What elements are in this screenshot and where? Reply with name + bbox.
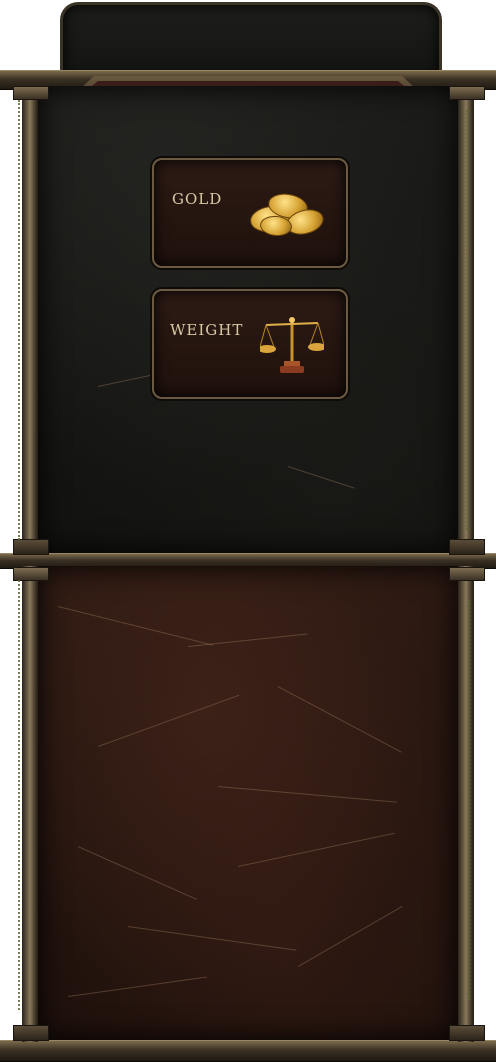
balance-scale-icon: [260, 317, 324, 373]
panel-texture-crack: [277, 686, 402, 753]
left-pillar-capital: [13, 86, 49, 100]
gold-stat-card[interactable]: GOLD: [152, 158, 348, 268]
panel-texture-crack: [287, 466, 355, 489]
panel-texture-crack: [298, 906, 403, 967]
right-pillar-capital: [449, 567, 485, 581]
panel-texture-crack: [217, 786, 398, 803]
right-pillar-base: [449, 539, 485, 555]
left-pillar-base: [13, 1025, 49, 1041]
inventory-items-panel: [38, 566, 458, 1040]
panel-texture-crack: [98, 694, 240, 747]
panel-texture-crack: [127, 926, 297, 951]
panel-texture-crack: [57, 606, 214, 646]
panel-texture-crack: [238, 832, 395, 867]
left-pillar-base: [13, 539, 49, 555]
ivy-vine-decoration: [466, 110, 474, 530]
bottom-cornice: [0, 1040, 496, 1062]
gold-label: GOLD: [172, 190, 223, 208]
panel-texture-crack: [77, 846, 197, 900]
left-pillar-capital: [13, 567, 49, 581]
right-pillar-capital: [449, 86, 485, 100]
weight-label: WEIGHT: [170, 321, 244, 339]
ivy-vine-decoration: [18, 580, 26, 1010]
gold-coins-icon: [248, 190, 328, 242]
panel-texture-crack: [188, 633, 308, 647]
panel-texture-crack: [68, 976, 207, 997]
weight-stat-card[interactable]: WEIGHT: [152, 289, 348, 399]
window-top-tab: [60, 2, 442, 77]
right-pillar-base: [449, 1025, 485, 1041]
ivy-vine-decoration: [468, 600, 476, 1000]
ivy-vine-decoration: [18, 100, 26, 540]
